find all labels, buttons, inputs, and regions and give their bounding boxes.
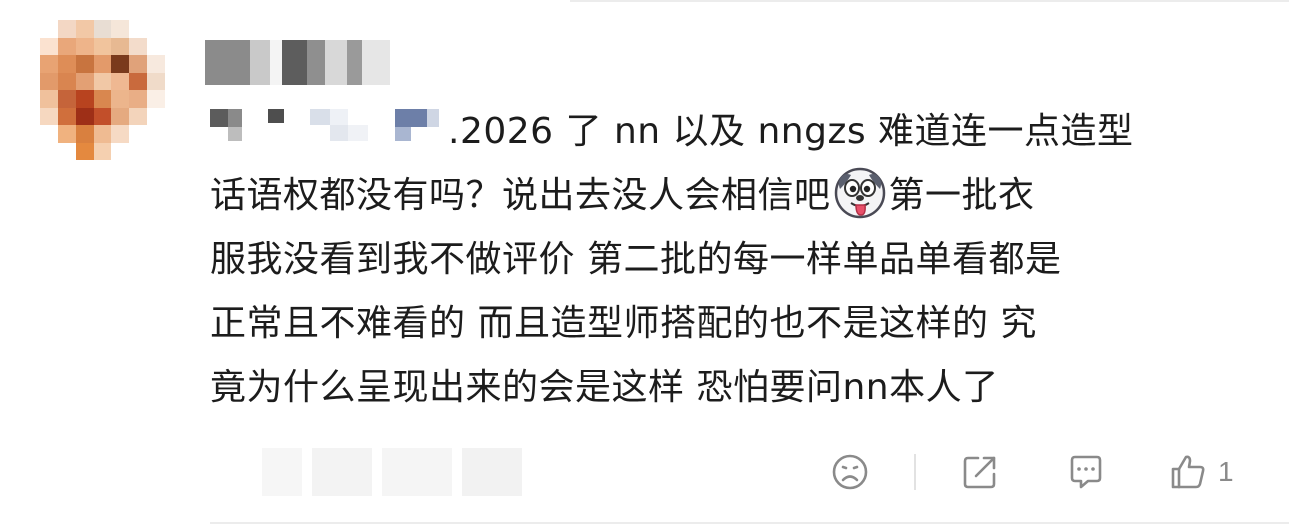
bottom-divider — [210, 522, 1289, 524]
comment-line-4: 正常且不难看的 而且造型师搭配的也不是这样的 究 — [210, 303, 1037, 344]
mention-obscured[interactable] — [210, 109, 448, 149]
comment-line-1: .2026 了 nn 以及 nngzs 难道连一点造型 — [448, 111, 1134, 152]
like-button[interactable]: 1 — [1168, 448, 1234, 496]
comment-icon — [1070, 455, 1102, 489]
comment-line-5: 竟为什么呈现出来的会是这样 恐怕要问nn本人了 — [210, 367, 999, 408]
reply-button[interactable] — [1066, 448, 1106, 496]
comment-card: .2026 了 nn 以及 nngzs 难道连一点造型 话语权都没有吗？说出去没… — [0, 0, 1289, 526]
action-bar: 1 — [820, 448, 1259, 496]
share-icon — [963, 456, 996, 489]
sad-face-icon — [832, 454, 868, 490]
avatar[interactable] — [40, 20, 165, 160]
thumbs-up-icon — [1171, 455, 1205, 489]
dog-tongue-emoji — [834, 167, 885, 219]
like-count: 1 — [1218, 456, 1234, 487]
top-divider — [570, 0, 1289, 2]
comment-line-2b: 第一批衣 — [888, 175, 1035, 216]
comment-line-3: 服我没看到我不做评价 第二批的每一样单品单看都是 — [210, 239, 1062, 280]
action-divider — [914, 454, 916, 490]
meta-obscured — [262, 448, 532, 496]
dislike-button[interactable] — [830, 448, 870, 496]
comment-line-2a: 话语权都没有吗？说出去没人会相信吧 — [210, 175, 831, 216]
share-button[interactable] — [960, 448, 1000, 496]
username-obscured[interactable] — [205, 40, 455, 85]
comment-text: .2026 了 nn 以及 nngzs 难道连一点造型 话语权都没有吗？说出去没… — [210, 100, 1260, 420]
